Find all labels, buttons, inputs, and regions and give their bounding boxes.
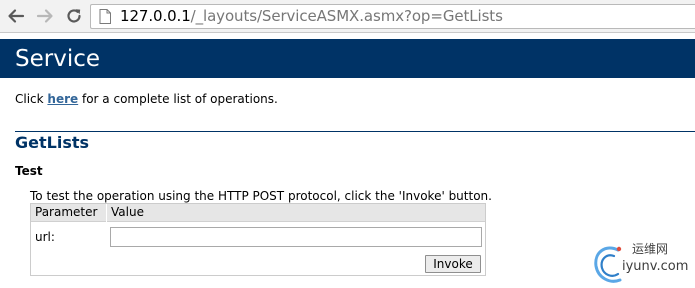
section-divider — [15, 131, 695, 132]
intro-text: Click here for a complete list of operat… — [15, 92, 278, 107]
value-column-header: Value — [111, 205, 144, 219]
operations-list-link[interactable]: here — [47, 92, 78, 106]
page-icon — [99, 9, 111, 24]
back-button[interactable] — [4, 4, 28, 28]
form-header-row: Parameter Value — [31, 204, 485, 222]
url-host: 127.0.0.1 — [120, 7, 191, 25]
url-path: /_layouts/ServiceASMX.asmx?op=GetLists — [190, 7, 503, 25]
watermark-site-text: iyunv.com — [622, 259, 689, 274]
url-parameter-input[interactable] — [110, 227, 482, 247]
column-separator — [106, 204, 107, 222]
page-title: Service — [15, 46, 101, 72]
parameter-column-header: Parameter — [35, 205, 98, 219]
intro-prefix: Click — [15, 92, 48, 106]
test-heading: Test — [15, 164, 43, 178]
url-parameter-label: url: — [35, 230, 55, 244]
test-form: Parameter Value url: Invoke — [30, 203, 486, 276]
watermark-chinese-text: 运维网 — [632, 242, 669, 256]
forward-button[interactable] — [33, 4, 57, 28]
address-bar[interactable]: 127.0.0.1/_layouts/ServiceASMX.asmx?op=G… — [90, 4, 695, 29]
address-text[interactable]: 127.0.0.1/_layouts/ServiceASMX.asmx?op=G… — [120, 8, 503, 25]
browser-toolbar: 127.0.0.1/_layouts/ServiceASMX.asmx?op=G… — [0, 0, 695, 33]
test-description: To test the operation using the HTTP POS… — [30, 189, 492, 203]
reload-icon — [67, 9, 81, 23]
site-watermark: 运维网 iyunv.com — [588, 236, 695, 288]
operation-title: GetLists — [15, 133, 90, 152]
invoke-button[interactable]: Invoke — [425, 255, 481, 273]
reload-button[interactable] — [62, 4, 86, 28]
back-arrow-icon — [8, 9, 25, 23]
intro-suffix: for a complete list of operations. — [78, 92, 278, 106]
forward-arrow-icon — [36, 9, 53, 23]
service-header-bar: Service — [0, 39, 695, 78]
